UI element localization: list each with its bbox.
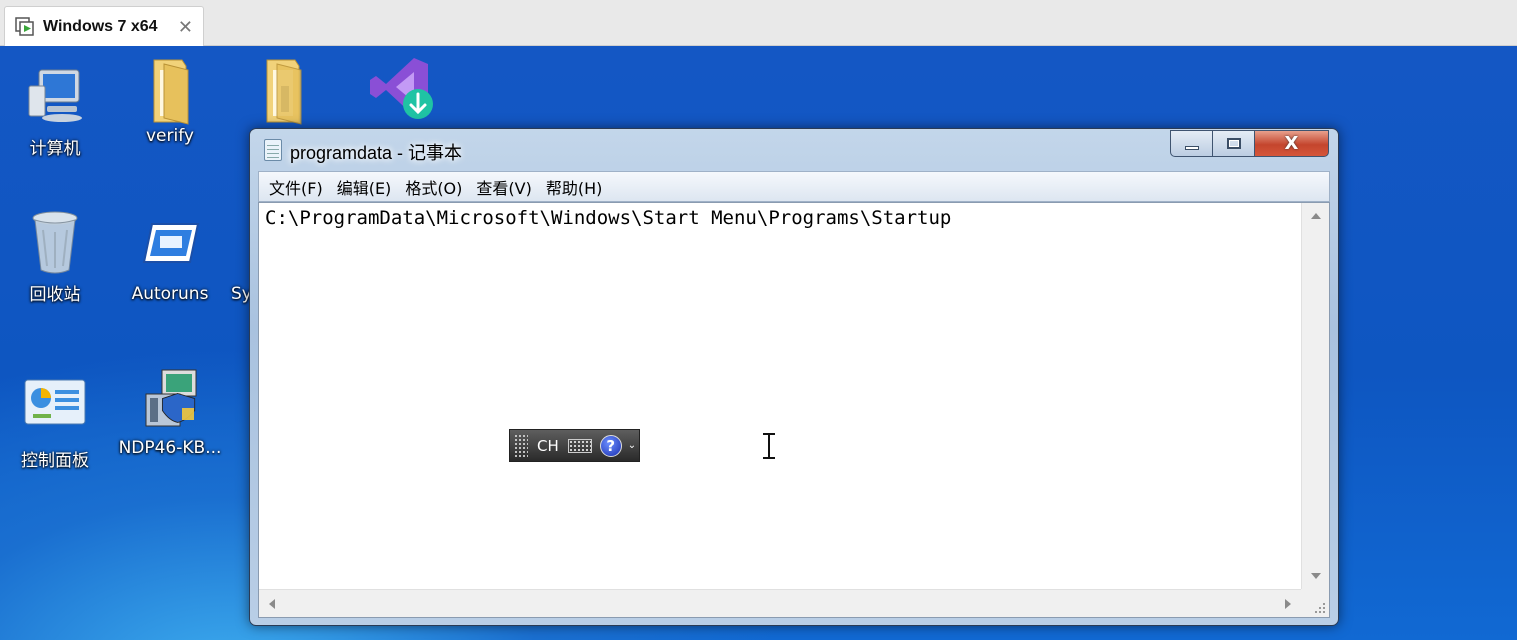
close-button[interactable]: X [1255,130,1329,157]
text-editor[interactable]: C:\ProgramData\Microsoft\Windows\Start M… [261,205,1299,587]
language-bar[interactable]: CH ? ⌄ [509,429,640,462]
scroll-up-icon[interactable] [1311,213,1321,219]
vm-tab[interactable]: Windows 7 x64 ✕ [4,6,204,47]
vm-tab-close-icon[interactable]: ✕ [178,17,193,38]
vertical-scrollbar[interactable] [1301,203,1329,589]
recycle-bin-icon [23,210,87,274]
help-icon[interactable]: ? [599,434,622,457]
drag-handle-icon[interactable] [514,433,528,458]
control-panel-icon [23,376,87,440]
menu-view[interactable]: 查看(V) [476,175,531,199]
desktop-icon-label: 回收站 [29,285,81,305]
desktop-icon-verify[interactable]: verify [115,56,225,146]
folder-icon [251,56,315,125]
maximize-button[interactable] [1213,130,1255,157]
desktop-icon-visual-studio-installer[interactable] [343,54,453,124]
vm-icon [15,17,35,37]
desktop-icon-label: Autoruns [131,284,209,304]
maximize-icon [1226,138,1241,149]
notepad-window[interactable]: programdata - 记事本 X 文件(F) 编辑(E) 格式(O) 查看… [249,128,1339,626]
desktop-icon-label: verify [146,126,194,146]
desktop-icon-recycle-bin[interactable]: 回收站 [0,210,110,305]
title-bar[interactable]: programdata - 记事本 X [250,129,1338,171]
keyboard-icon[interactable] [567,438,592,453]
desktop-icon-control-panel[interactable]: 控制面板 [0,376,110,471]
visual-studio-installer-icon [366,54,433,119]
minimize-button[interactable] [1170,130,1213,157]
minimize-icon [1184,145,1199,150]
options-icon[interactable]: ⌄ [628,440,636,450]
installer-icon [138,368,202,432]
desktop-icon-folder[interactable] [228,56,338,126]
desktop-icon-label: 控制面板 [21,451,89,471]
close-icon: X [1284,133,1299,154]
desktop-icon-label: 计算机 [29,139,81,159]
scroll-left-icon[interactable] [269,599,275,609]
folder-icon [138,56,202,125]
editor-area: C:\ProgramData\Microsoft\Windows\Start M… [258,202,1330,618]
menu-format[interactable]: 格式(O) [405,175,462,199]
input-language-indicator[interactable]: CH [537,437,559,455]
autoruns-icon [138,214,202,278]
resize-grip-icon[interactable] [1301,589,1329,617]
desktop-icon-computer[interactable]: 计算机 [0,64,110,159]
vm-tab-strip: Windows 7 x64 ✕ [0,0,1517,47]
desktop-icon-ndp46[interactable]: NDP46-KB... [115,368,225,458]
menu-help[interactable]: 帮助(H) [546,175,603,199]
menu-edit[interactable]: 编辑(E) [337,175,392,199]
menu-file[interactable]: 文件(F) [269,175,323,199]
window-title: programdata - 记事本 [290,143,463,163]
vm-tab-title: Windows 7 x64 [43,18,158,35]
menu-bar: 文件(F) 编辑(E) 格式(O) 查看(V) 帮助(H) [258,171,1330,202]
horizontal-scrollbar[interactable] [259,589,1303,617]
computer-icon [23,64,87,128]
scroll-down-icon[interactable] [1311,573,1321,579]
text-cursor-icon [762,433,776,459]
notepad-icon [264,139,282,161]
desktop-icon-label: NDP46-KB... [118,438,222,458]
desktop-icon-autoruns[interactable]: Autoruns [115,214,225,304]
scroll-right-icon[interactable] [1285,599,1291,609]
